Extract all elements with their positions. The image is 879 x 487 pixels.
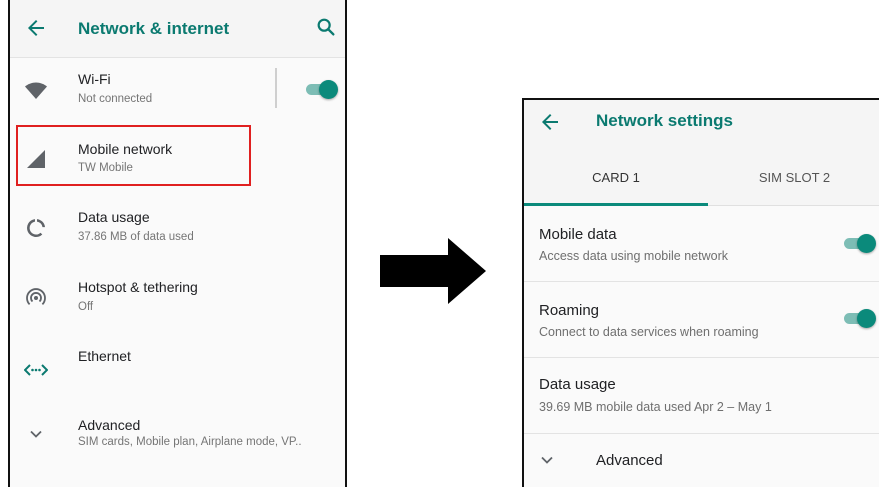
mobile-data-label: Mobile data [539, 226, 617, 243]
toggle-thumb [857, 309, 876, 328]
advanced-summary: SIM cards, Mobile plan, Airplane mode, V… [78, 436, 302, 448]
network-settings-screen: Network settings CARD 1 SIM SLOT 2 Mobil… [522, 98, 879, 487]
search-icon[interactable] [315, 16, 337, 38]
page-title: Network & internet [78, 19, 230, 38]
list-item-mobile-data[interactable]: Mobile data Access data using mobile net… [524, 206, 879, 282]
list-item-data-usage[interactable]: Data usage 37.86 MB of data used [10, 198, 345, 254]
roaming-label: Roaming [539, 302, 600, 319]
chevron-down-icon [541, 456, 553, 464]
chevron-down-icon [30, 430, 42, 438]
data-usage-icon [27, 219, 45, 238]
data-usage-label: Data usage [78, 209, 150, 225]
roaming-toggle[interactable] [842, 307, 876, 329]
list-item-hotspot-tethering[interactable]: Hotspot & tethering Off [10, 266, 345, 322]
list-item-advanced[interactable]: Advanced [524, 434, 879, 487]
wifi-status: Not connected [78, 93, 153, 105]
mobile-data-toggle[interactable] [842, 232, 876, 254]
wifi-icon [25, 82, 47, 99]
data-usage-summary: 39.69 MB mobile data used Apr 2 – May 1 [539, 400, 772, 414]
list-item-advanced[interactable]: Advanced SIM cards, Mobile plan, Airplan… [10, 406, 345, 466]
advanced-label: Advanced [78, 417, 141, 433]
wifi-label: Wi-Fi [78, 71, 111, 87]
app-bar: Network & internet [10, 0, 345, 58]
wifi-toggle[interactable] [304, 78, 338, 100]
arrow-left-icon[interactable] [24, 16, 48, 40]
hotspot-label: Hotspot & tethering [78, 279, 198, 295]
list-item-roaming[interactable]: Roaming Connect to data services when ro… [524, 282, 879, 358]
tab-sim-slot-2[interactable]: SIM SLOT 2 [708, 148, 879, 206]
arrow-left-icon[interactable] [538, 110, 562, 134]
roaming-summary: Connect to data services when roaming [539, 325, 759, 339]
data-usage-label: Data usage [539, 376, 616, 393]
mobile-data-summary: Access data using mobile network [539, 249, 728, 263]
network-internet-screen: Network & internet Wi-Fi Not connected M… [8, 0, 347, 487]
app-bar: Network settings [524, 100, 879, 148]
tab-card-1[interactable]: CARD 1 [524, 148, 708, 206]
list-item-data-usage[interactable]: Data usage 39.69 MB mobile data used Apr… [524, 358, 879, 434]
ethernet-label: Ethernet [78, 348, 131, 364]
divider [275, 68, 277, 108]
hotspot-status: Off [78, 301, 94, 313]
page-title: Network settings [596, 111, 733, 130]
list-item-ethernet[interactable]: Ethernet [10, 334, 345, 390]
data-usage-amount: 37.86 MB of data used [78, 231, 194, 243]
arrow-right-icon [380, 238, 486, 304]
highlight-box [16, 125, 251, 186]
toggle-thumb [857, 234, 876, 253]
ethernet-icon [24, 364, 48, 376]
hotspot-icon [26, 288, 46, 306]
toggle-thumb [319, 80, 338, 99]
advanced-label: Advanced [596, 452, 663, 469]
sim-tabs: CARD 1 SIM SLOT 2 [524, 148, 879, 206]
list-item-wifi[interactable]: Wi-Fi Not connected [10, 62, 345, 118]
